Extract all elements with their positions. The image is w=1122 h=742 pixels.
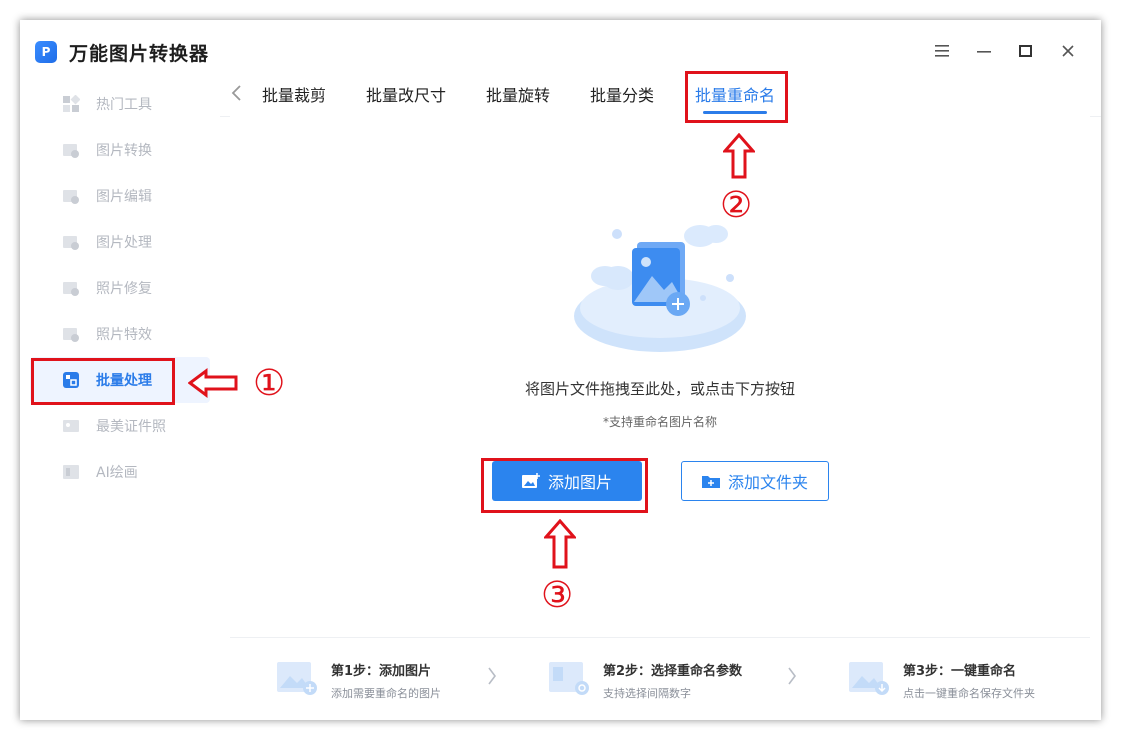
- steps-bar: 第1步：添加图片 添加需要重命名的图片 第2步：选择重命名参数 支持选择间隔数字: [230, 637, 1090, 720]
- sidebar-item-image-edit[interactable]: 图片编辑: [30, 173, 210, 219]
- step-download-icon: [849, 662, 889, 695]
- step-settings-icon: [549, 662, 589, 695]
- sidebar-item-hot-tools[interactable]: 热门工具: [30, 81, 210, 127]
- sidebar-item-label: 照片特效: [96, 327, 152, 343]
- sidebar-item-ai-paint[interactable]: AI绘画: [30, 449, 210, 495]
- sidebar-item-label: AI绘画: [96, 465, 138, 481]
- annotation-arrow-up-icon: [723, 133, 755, 179]
- sidebar-item-id-photo[interactable]: 最美证件照: [30, 403, 210, 449]
- drop-hint-subtext: *支持重命名图片名称: [602, 415, 717, 429]
- add-folder-icon: [701, 473, 720, 489]
- tab-label: 批量旋转: [486, 86, 551, 105]
- sidebar-item-label: 照片修复: [96, 281, 152, 297]
- app-logo-icon: P: [35, 41, 57, 63]
- photo-repair-icon: [62, 279, 80, 297]
- sidebar-item-label: 图片处理: [96, 235, 152, 251]
- sidebar-item-label: 热门工具: [96, 97, 152, 113]
- drop-zone[interactable]: 将图片文件拖拽至此处，或点击下方按钮 *支持重命名图片名称 添加图片 添加文件夹: [230, 116, 1090, 700]
- grid-icon: [62, 95, 80, 113]
- tab-batch-classify[interactable]: 批量分类: [590, 82, 654, 112]
- image-edit-icon: [62, 187, 80, 205]
- upload-illustration: [574, 225, 746, 352]
- tab-batch-rotate[interactable]: 批量旋转: [486, 82, 550, 112]
- ai-paint-icon: [62, 463, 80, 481]
- sidebar-item-photo-repair[interactable]: 照片修复: [30, 265, 210, 311]
- sidebar-item-label: 最美证件照: [96, 419, 166, 435]
- image-process-icon: [62, 233, 80, 251]
- sidebar-item-label: 图片转换: [96, 143, 152, 159]
- tab-label: 批量改尺寸: [366, 86, 447, 105]
- image-convert-icon: [62, 141, 80, 159]
- sidebar-nav: 热门工具 图片转换 图片编辑 图片处理 照片修复 照片特效 批量处理 最美证件照…: [30, 81, 210, 495]
- tab-label: 批量裁剪: [262, 86, 327, 105]
- menu-icon[interactable]: [921, 40, 963, 62]
- window-controls: [921, 40, 1089, 62]
- step-desc: 添加需要重命名的图片: [331, 687, 441, 700]
- annotation-box-button: [481, 458, 648, 513]
- tab-label: 批量分类: [590, 86, 655, 105]
- annotation-box-sidebar: [31, 358, 175, 405]
- step-2: 第2步：选择重命名参数 支持选择间隔数字: [549, 658, 742, 701]
- step-desc: 支持选择间隔数字: [603, 687, 691, 700]
- tab-bar: 批量裁剪 批量改尺寸 批量旋转 批量分类 批量重命名: [220, 72, 1101, 117]
- app-title: 万能图片转换器: [69, 42, 210, 65]
- annotation-arrow-left-icon: [188, 368, 238, 398]
- maximize-icon[interactable]: [1005, 40, 1047, 62]
- chevron-right-icon: [487, 666, 497, 691]
- close-icon[interactable]: [1047, 40, 1089, 62]
- sidebar-item-image-convert[interactable]: 图片转换: [30, 127, 210, 173]
- step-1: 第1步：添加图片 添加需要重命名的图片: [277, 658, 441, 701]
- sidebar-item-image-process[interactable]: 图片处理: [30, 219, 210, 265]
- annotation-arrow-up-icon: [544, 519, 576, 569]
- step-add-image-icon: [277, 662, 317, 695]
- id-photo-icon: [62, 417, 80, 435]
- tab-batch-resize[interactable]: 批量改尺寸: [366, 82, 446, 112]
- add-folder-button[interactable]: 添加文件夹: [681, 461, 829, 501]
- chevron-left-icon[interactable]: [230, 84, 242, 107]
- sidebar-item-label: 图片编辑: [96, 189, 152, 205]
- annotation-number-3: ③: [541, 575, 574, 616]
- photo-effect-icon: [62, 325, 80, 343]
- minimize-icon[interactable]: [963, 40, 1005, 62]
- drop-hint-text: 将图片文件拖拽至此处，或点击下方按钮: [524, 380, 795, 398]
- step-title: 第2步：选择重命名参数: [603, 664, 743, 679]
- step-desc: 点击一键重命名保存文件夹: [903, 687, 1035, 700]
- chevron-right-icon: [787, 666, 797, 691]
- step-3: 第3步：一键重命名 点击一键重命名保存文件夹: [849, 658, 1035, 701]
- step-title: 第3步：一键重命名: [903, 664, 1017, 679]
- brand: P 万能图片转换器: [35, 40, 210, 65]
- sidebar-item-photo-effect[interactable]: 照片特效: [30, 311, 210, 357]
- annotation-number-1: ①: [253, 363, 286, 404]
- step-title: 第1步：添加图片: [331, 664, 432, 679]
- add-folder-label: 添加文件夹: [727, 473, 808, 492]
- tab-batch-crop[interactable]: 批量裁剪: [262, 82, 326, 112]
- main-panel: 批量裁剪 批量改尺寸 批量旋转 批量分类 批量重命名 将图片文件拖拽至此处，或点…: [220, 20, 1101, 720]
- annotation-number-2: ②: [720, 185, 753, 226]
- annotation-box-tab: [685, 71, 788, 123]
